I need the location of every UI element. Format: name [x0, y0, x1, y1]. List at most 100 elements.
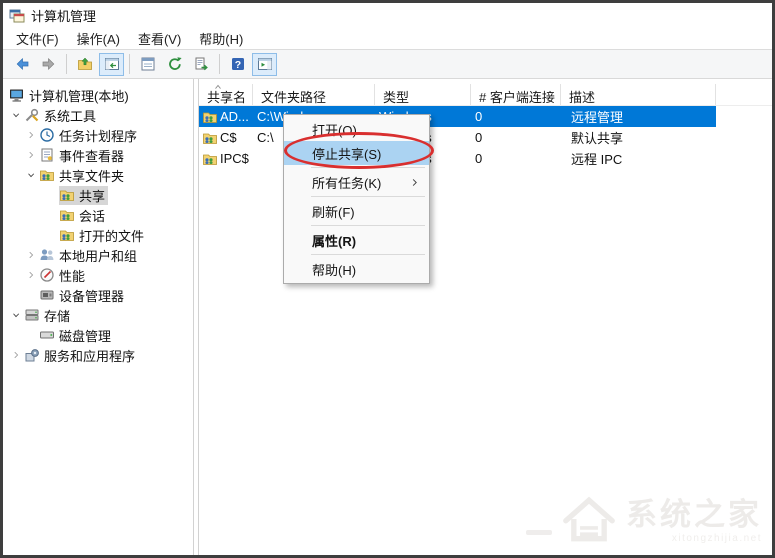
context-menu-item-all-tasks[interactable]: 所有任务(K): [284, 170, 429, 194]
tree-item-label: 性能: [56, 266, 85, 285]
column-header-client-connections[interactable]: # 客户端连接: [471, 84, 561, 105]
chevron-right-icon[interactable]: [8, 350, 24, 360]
action-pane-icon: [257, 56, 273, 72]
column-header-label: 文件夹路径: [261, 90, 326, 105]
tree-item-device-manager[interactable]: 设备管理器: [3, 285, 193, 305]
column-header-folder-path[interactable]: 文件夹路径: [253, 84, 375, 105]
event-viewer-icon: [39, 147, 56, 163]
refresh-button[interactable]: [162, 53, 187, 76]
computer-management-window: 计算机管理 文件(F) 操作(A) 查看(V) 帮助(H) 计算机管理(本地) …: [0, 0, 775, 558]
watermark-title: 系统之家: [626, 499, 762, 530]
tree-item-label: 系统工具: [41, 106, 96, 125]
tree-item-shares[interactable]: 共享: [3, 185, 193, 205]
tree-item-label: 共享文件夹: [56, 166, 124, 185]
show-action-pane-button[interactable]: [252, 53, 277, 76]
tree-item-label: 设备管理器: [56, 286, 124, 305]
chevron-right-icon[interactable]: [23, 250, 39, 260]
task-scheduler-icon: [39, 127, 56, 143]
chevron-down-icon[interactable]: [8, 310, 24, 320]
column-header-label: 类型: [383, 90, 409, 105]
menu-separator: [311, 225, 425, 226]
share-row-admin[interactable]: AD... C:\Windows Windows 0 远程管理: [199, 106, 716, 127]
share-name: AD...: [220, 109, 249, 124]
properties-button[interactable]: [135, 53, 160, 76]
chevron-right-icon[interactable]: [23, 270, 39, 280]
export-list-icon: [194, 56, 210, 72]
context-menu-item-properties[interactable]: 属性(R): [284, 228, 429, 252]
title-bar: 计算机管理: [3, 3, 772, 28]
share-name: C$: [220, 130, 237, 145]
properties-icon: [140, 56, 156, 72]
watermark-subtitle: xitongzhijia.net: [672, 533, 762, 544]
share-icon: [202, 151, 218, 167]
storage-icon: [24, 307, 41, 323]
shares-icon: [59, 187, 76, 203]
forward-arrow-icon: [41, 56, 57, 72]
column-header-label: 共享名: [207, 90, 246, 105]
services-icon: [24, 347, 41, 363]
up-one-level-button[interactable]: [72, 53, 97, 76]
up-folder-icon: [77, 56, 93, 72]
tree-item-computer-management[interactable]: 计算机管理(本地): [3, 85, 193, 105]
share-connections: 0: [471, 148, 561, 169]
tree-item-disk-management[interactable]: 磁盘管理: [3, 325, 193, 345]
share-connections: 0: [471, 106, 561, 127]
column-header-description[interactable]: 描述: [561, 84, 716, 105]
tree-item-event-viewer[interactable]: 事件查看器: [3, 145, 193, 165]
share-description: 默认共享: [561, 127, 716, 148]
tree-item-system-tools[interactable]: 系统工具: [3, 105, 193, 125]
toolbar-separator: [219, 54, 220, 74]
tree-item-services-applications[interactable]: 服务和应用程序: [3, 345, 193, 365]
mmc-icon: [9, 8, 25, 24]
context-menu-item-refresh[interactable]: 刷新(F): [284, 199, 429, 223]
show-console-tree-button[interactable]: [99, 53, 124, 76]
chevron-down-icon[interactable]: [23, 170, 39, 180]
share-row-ipc-dollar[interactable]: IPC$ Windows 0 远程 IPC: [199, 148, 716, 169]
context-menu-item-stop-sharing[interactable]: 停止共享(S): [284, 141, 429, 165]
context-menu-item-open[interactable]: 打开(O): [284, 117, 429, 141]
back-arrow-icon: [14, 56, 30, 72]
menu-file[interactable]: 文件(F): [7, 27, 68, 50]
help-button[interactable]: [225, 53, 250, 76]
shared-folder-icon: [39, 167, 56, 183]
tree-item-label: 事件查看器: [56, 146, 124, 165]
device-manager-icon: [39, 287, 56, 303]
context-menu: 打开(O) 停止共享(S) 所有任务(K) 刷新(F) 属性(R) 帮助(H): [283, 114, 430, 284]
sessions-icon: [59, 207, 76, 223]
menu-help[interactable]: 帮助(H): [190, 27, 252, 50]
house-icon: [560, 494, 618, 549]
tree-item-shared-folders[interactable]: 共享文件夹: [3, 165, 193, 185]
forward-button[interactable]: [36, 53, 61, 76]
menu-action[interactable]: 操作(A): [68, 27, 129, 50]
chevron-right-icon[interactable]: [23, 130, 39, 140]
menu-view[interactable]: 查看(V): [129, 27, 190, 50]
console-tree: 计算机管理(本地) 系统工具 任务计划程序 事件查看器 共享文件夹 共享: [3, 79, 194, 555]
tree-item-storage[interactable]: 存储: [3, 305, 193, 325]
context-menu-item-help[interactable]: 帮助(H): [284, 257, 429, 281]
tree-item-local-users-groups[interactable]: 本地用户和组: [3, 245, 193, 265]
back-button[interactable]: [9, 53, 34, 76]
tree-item-task-scheduler[interactable]: 任务计划程序: [3, 125, 193, 145]
tree-item-label: 计算机管理(本地): [26, 86, 129, 105]
share-connections: 0: [471, 127, 561, 148]
column-header-share-name[interactable]: 共享名: [199, 84, 253, 105]
tree-item-label: 存储: [41, 306, 70, 325]
export-list-button[interactable]: [189, 53, 214, 76]
chevron-down-icon[interactable]: [8, 110, 24, 120]
menu-separator: [311, 167, 425, 168]
share-row-c-dollar[interactable]: C$ C:\ Windows 0 默认共享: [199, 127, 716, 148]
share-icon: [202, 130, 218, 146]
column-header-label: 描述: [569, 90, 595, 105]
tools-icon: [24, 107, 41, 123]
tree-item-sessions[interactable]: 会话: [3, 205, 193, 225]
context-menu-item-label: 所有任务(K): [312, 173, 381, 192]
users-icon: [39, 247, 56, 263]
tree-item-performance[interactable]: 性能: [3, 265, 193, 285]
sort-ascending-icon: [213, 84, 223, 92]
console-tree-icon: [104, 56, 120, 72]
column-header-type[interactable]: 类型: [375, 84, 471, 105]
computer-icon: [9, 87, 26, 103]
tree-item-label: 磁盘管理: [56, 326, 111, 345]
tree-item-open-files[interactable]: 打开的文件: [3, 225, 193, 245]
chevron-right-icon[interactable]: [23, 150, 39, 160]
